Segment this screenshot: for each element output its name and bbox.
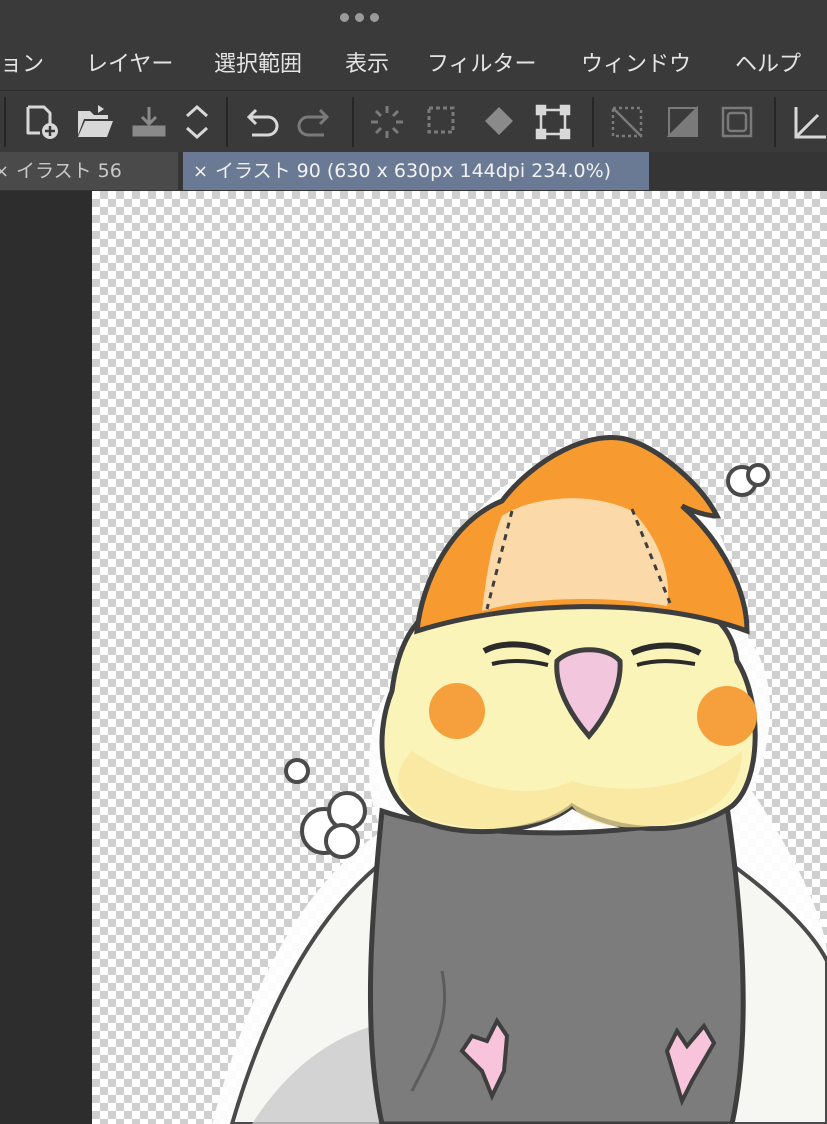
tab-illust-56[interactable]: × イラスト 56 bbox=[0, 152, 178, 190]
drawing-canvas[interactable] bbox=[92, 191, 827, 1124]
toolbar-divider bbox=[4, 97, 6, 147]
menu-item-layer[interactable]: レイヤー bbox=[86, 51, 173, 79]
ruler-icon[interactable] bbox=[790, 101, 827, 143]
tab-label: イラスト 90 (630 x 630px 144dpi 234.0%) bbox=[215, 160, 612, 182]
menu-item-animation[interactable]: ョン bbox=[0, 51, 44, 79]
selection-dashed-icon[interactable] bbox=[422, 101, 464, 143]
fill-bucket-icon[interactable] bbox=[478, 101, 520, 143]
menu-item-filter[interactable]: フィルター bbox=[427, 51, 537, 79]
transform-icon[interactable] bbox=[532, 101, 574, 143]
menu-item-help[interactable]: ヘルプ bbox=[735, 51, 801, 79]
close-icon[interactable]: × bbox=[193, 153, 215, 191]
toolbar-divider bbox=[352, 97, 354, 147]
toolbar-divider bbox=[592, 97, 594, 147]
loading-spinner-icon[interactable] bbox=[366, 101, 408, 143]
tab-label: イラスト 56 bbox=[16, 160, 122, 182]
command-toolbar bbox=[0, 90, 827, 153]
undo-icon[interactable] bbox=[240, 101, 282, 143]
open-folder-icon[interactable] bbox=[74, 101, 116, 143]
new-file-icon[interactable] bbox=[20, 101, 62, 143]
selection-border-icon[interactable] bbox=[716, 101, 758, 143]
more-dots-icon[interactable] bbox=[340, 13, 379, 22]
save-icon[interactable] bbox=[128, 101, 170, 143]
menu-item-selection[interactable]: 選択範囲 bbox=[214, 51, 302, 79]
clear-selection-icon[interactable] bbox=[606, 101, 648, 143]
menu-item-window[interactable]: ウィンドウ bbox=[581, 51, 691, 79]
left-side-panel bbox=[0, 191, 92, 1124]
redo-icon[interactable] bbox=[294, 101, 336, 143]
toolbar-divider bbox=[226, 97, 228, 147]
tab-illust-90[interactable]: × イラスト 90 (630 x 630px 144dpi 234.0%) bbox=[183, 152, 649, 190]
document-tab-bar: × イラスト 56 × イラスト 90 (630 x 630px 144dpi 23… bbox=[0, 152, 827, 191]
menu-item-view[interactable]: 表示 bbox=[345, 51, 389, 79]
window-titlebar bbox=[0, 0, 827, 40]
cockatiel-illustration bbox=[212, 434, 827, 1124]
menu-bar: ョン レイヤー 選択範囲 表示 フィルター ウィンドウ ヘルプ bbox=[0, 40, 827, 90]
up-down-arrows-icon[interactable] bbox=[176, 101, 218, 143]
toolbar-divider bbox=[774, 97, 776, 147]
close-icon[interactable]: × bbox=[0, 153, 16, 191]
fill-area-icon[interactable] bbox=[662, 101, 704, 143]
